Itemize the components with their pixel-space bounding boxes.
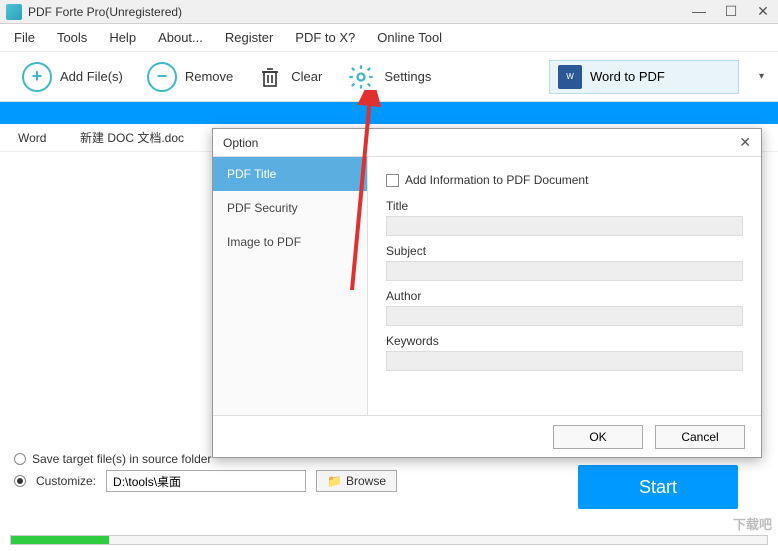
- cancel-button[interactable]: Cancel: [655, 425, 745, 449]
- field-title: Title: [386, 199, 743, 236]
- clear-label: Clear: [291, 69, 322, 84]
- field-keywords: Keywords: [386, 334, 743, 371]
- dialog-content: Add Information to PDF Document Title Su…: [368, 157, 761, 415]
- checkbox-icon: [386, 174, 399, 187]
- progress-fill: [11, 536, 109, 544]
- keywords-label: Keywords: [386, 334, 743, 348]
- titlebar: PDF Forte Pro(Unregistered) — ☐ ✕: [0, 0, 778, 24]
- subject-input[interactable]: [386, 261, 743, 281]
- browse-button[interactable]: 📁 Browse: [316, 470, 397, 492]
- menubar: File Tools Help About... Register PDF to…: [0, 24, 778, 52]
- customize-label: Customize:: [36, 474, 96, 488]
- maximize-button[interactable]: ☐: [722, 3, 740, 20]
- toolbar: + Add File(s) − Remove Clear Settings W …: [0, 52, 778, 102]
- dialog-footer: OK Cancel: [213, 415, 761, 457]
- mode-dropdown-caret[interactable]: ▾: [759, 71, 764, 82]
- menu-online-tool[interactable]: Online Tool: [377, 30, 442, 45]
- app-icon: [6, 4, 22, 20]
- start-label: Start: [639, 477, 677, 498]
- add-files-button[interactable]: + Add File(s): [14, 58, 131, 96]
- dialog-titlebar: Option ✕: [213, 129, 761, 157]
- filelist-header: [0, 102, 778, 124]
- menu-help[interactable]: Help: [109, 30, 136, 45]
- keywords-input[interactable]: [386, 351, 743, 371]
- menu-tools[interactable]: Tools: [57, 30, 87, 45]
- window-title: PDF Forte Pro(Unregistered): [28, 5, 182, 19]
- docx-icon: W: [558, 65, 582, 89]
- trash-icon: [257, 64, 283, 90]
- author-input[interactable]: [386, 306, 743, 326]
- title-label: Title: [386, 199, 743, 213]
- start-button[interactable]: Start: [578, 465, 738, 509]
- tab-pdf-title[interactable]: PDF Title: [213, 157, 367, 191]
- dialog-close-button[interactable]: ✕: [739, 134, 751, 151]
- plus-icon: +: [22, 62, 52, 92]
- radio-unchecked-icon: [14, 453, 26, 465]
- field-subject: Subject: [386, 244, 743, 281]
- minus-icon: −: [147, 62, 177, 92]
- file-type-col: Word: [0, 131, 80, 145]
- add-files-label: Add File(s): [60, 69, 123, 84]
- save-source-label: Save target file(s) in source folder: [32, 452, 211, 466]
- settings-label: Settings: [384, 69, 431, 84]
- menu-pdftox[interactable]: PDF to X?: [295, 30, 355, 45]
- clear-button[interactable]: Clear: [249, 60, 330, 94]
- mode-label: Word to PDF: [590, 69, 665, 84]
- window-controls: — ☐ ✕: [690, 3, 772, 20]
- dialog-title: Option: [223, 136, 258, 150]
- close-button[interactable]: ✕: [754, 3, 772, 20]
- options-dialog: Option ✕ PDF Title PDF Security Image to…: [212, 128, 762, 458]
- remove-button[interactable]: − Remove: [139, 58, 241, 96]
- subject-label: Subject: [386, 244, 743, 258]
- tab-image-to-pdf[interactable]: Image to PDF: [213, 225, 367, 259]
- author-label: Author: [386, 289, 743, 303]
- dialog-sidebar: PDF Title PDF Security Image to PDF: [213, 157, 368, 415]
- remove-label: Remove: [185, 69, 233, 84]
- file-name: 新建 DOC 文档.doc: [80, 129, 184, 146]
- menu-about[interactable]: About...: [158, 30, 203, 45]
- gear-icon: [346, 62, 376, 92]
- conversion-mode-select[interactable]: W Word to PDF: [549, 60, 739, 94]
- minimize-button[interactable]: —: [690, 3, 708, 20]
- output-path-input[interactable]: [106, 470, 306, 492]
- menu-file[interactable]: File: [14, 30, 35, 45]
- ok-button[interactable]: OK: [553, 425, 643, 449]
- add-info-label: Add Information to PDF Document: [405, 173, 588, 187]
- progress-bar: [10, 535, 768, 545]
- watermark: 下载吧: [733, 514, 772, 533]
- dialog-body: PDF Title PDF Security Image to PDF Add …: [213, 157, 761, 415]
- field-author: Author: [386, 289, 743, 326]
- folder-icon: 📁: [327, 474, 342, 488]
- settings-button[interactable]: Settings: [338, 58, 439, 96]
- add-info-checkbox-row[interactable]: Add Information to PDF Document: [386, 173, 743, 187]
- radio-checked-icon: [14, 475, 26, 487]
- title-input[interactable]: [386, 216, 743, 236]
- browse-label: Browse: [346, 474, 386, 488]
- menu-register[interactable]: Register: [225, 30, 273, 45]
- tab-pdf-security[interactable]: PDF Security: [213, 191, 367, 225]
